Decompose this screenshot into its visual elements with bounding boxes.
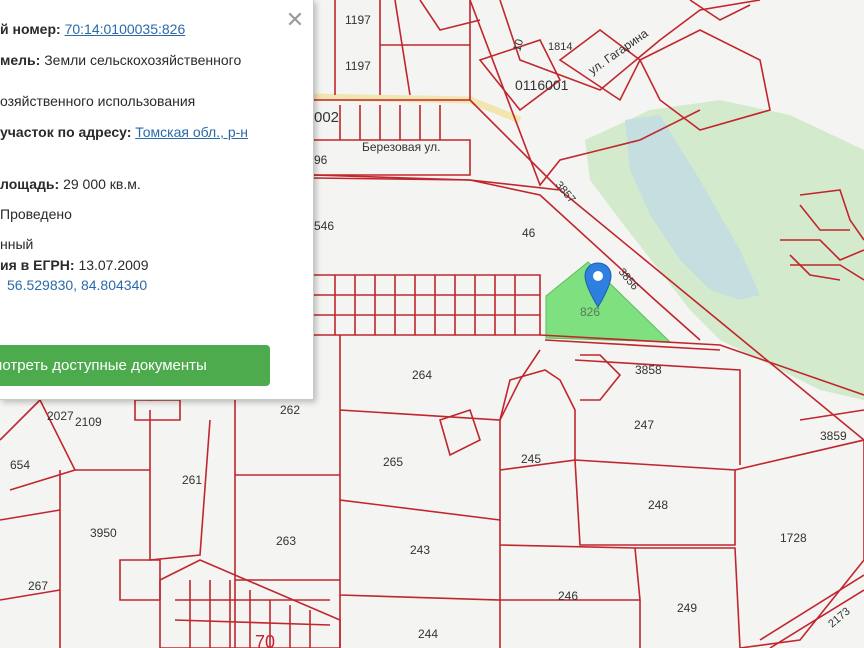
- egrn-label: ия в ЕГРН:: [0, 257, 75, 273]
- view-documents-button-label: мотреть доступные документы: [0, 357, 207, 374]
- plot-label-1814: 1814: [548, 41, 572, 53]
- cadastral-number-label: й номер:: [0, 21, 61, 37]
- status-value: нный: [0, 236, 34, 252]
- egrn-date-value: 13.07.2009: [78, 257, 149, 273]
- plot-label-264: 264: [412, 368, 432, 382]
- plot-info-panel: ✕ й номер: 70:14:0100035:826 мель: Земли…: [0, 0, 314, 400]
- plot-label-546: 546: [314, 219, 334, 233]
- plot-label-96: 96: [314, 153, 328, 167]
- plot-label-267: 267: [28, 579, 48, 593]
- plot-label-246: 246: [558, 589, 578, 603]
- plot-label-3950: 3950: [90, 526, 117, 540]
- street-label-berezovaya: Березовая ул.: [362, 140, 441, 154]
- plot-label-243: 243: [410, 543, 430, 557]
- view-documents-button[interactable]: мотреть доступные документы: [0, 345, 270, 386]
- plot-label-244: 244: [418, 627, 438, 641]
- survey-value: Проведено: [0, 206, 72, 222]
- plot-label-3858: 3858: [635, 363, 662, 377]
- plot-label-249: 249: [677, 601, 697, 615]
- close-icon[interactable]: ✕: [284, 10, 306, 32]
- cadastral-number-row: й номер: 70:14:0100035:826: [0, 21, 185, 37]
- plot-label-0116001: 0116001: [515, 77, 569, 93]
- plot-label-002: 002: [314, 109, 339, 126]
- plot-label-248: 248: [648, 498, 668, 512]
- land-use-value: озяйственного использования: [0, 93, 196, 109]
- plot-label-2109: 2109: [75, 415, 102, 429]
- plot-label-1197b: 1197: [345, 59, 371, 73]
- address-label: участок по адресу:: [0, 124, 132, 140]
- plot-label-263: 263: [276, 534, 296, 548]
- land-category-label: мель:: [0, 52, 41, 68]
- plot-label-70: 70: [255, 632, 275, 648]
- location-marker-icon[interactable]: [584, 262, 612, 308]
- plot-label-3859: 3859: [820, 429, 847, 443]
- plot-label-654: 654: [10, 458, 30, 472]
- plot-label-245: 245: [521, 452, 541, 466]
- land-category-row: мель: Земли сельскохозяйственного: [0, 52, 241, 68]
- land-category-value: Земли сельскохозяйственного: [44, 52, 242, 68]
- plot-label-1197a: 1197: [345, 13, 371, 27]
- plot-label-261: 261: [182, 473, 202, 487]
- plot-label-265: 265: [383, 455, 403, 469]
- plot-label-2027: 2027: [47, 409, 74, 423]
- plot-label-1728: 1728: [780, 531, 807, 545]
- address-link[interactable]: Томская обл., р-н: [135, 124, 248, 140]
- plot-label-247: 247: [634, 418, 654, 432]
- address-row: участок по адресу: Томская обл., р-н: [0, 124, 248, 140]
- coordinates-link[interactable]: 56.529830, 84.804340: [7, 277, 147, 293]
- cadastral-number-link[interactable]: 70:14:0100035:826: [65, 21, 186, 37]
- egrn-row: ия в ЕГРН: 13.07.2009: [0, 257, 149, 273]
- plot-label-262: 262: [280, 403, 300, 417]
- area-value: 29 000 кв.м.: [63, 176, 141, 192]
- plot-label-46: 46: [522, 226, 536, 240]
- area-row: лощадь: 29 000 кв.м.: [0, 176, 141, 192]
- area-label: лощадь:: [0, 176, 60, 192]
